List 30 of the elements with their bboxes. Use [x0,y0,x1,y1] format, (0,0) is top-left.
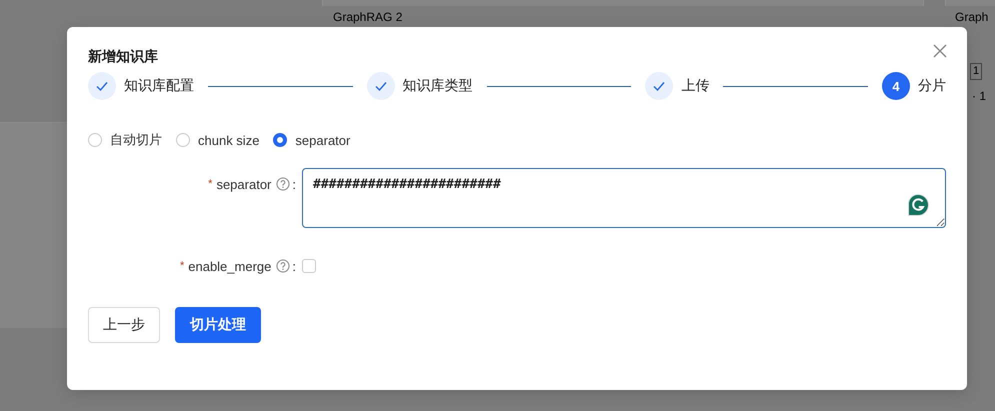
background-text: GraphRAG 2 [333,10,402,25]
radio-label[interactable]: separator [295,132,350,148]
step-number: 4 [882,72,910,100]
label-colon: : [292,258,296,274]
background-text: Graph [955,10,988,25]
field-label: separator [216,176,272,192]
radio-label[interactable]: chunk size [198,132,260,148]
check-icon [366,72,395,100]
required-mark: * [180,260,184,272]
check-icon [645,72,674,100]
background-text: · 1 [972,89,986,104]
step-label: 知识库配置 [124,77,194,95]
background-text: 1 [970,63,982,80]
close-icon[interactable] [933,44,947,58]
checkbox[interactable] [302,259,316,273]
label-colon: : [292,176,296,192]
field-label: enable_merge [188,258,272,274]
back-button[interactable]: 上一步 [88,307,160,343]
radio-button[interactable] [273,133,288,147]
required-mark: * [208,178,212,190]
help-icon [276,259,290,273]
help-icon [276,177,290,191]
dialog-title: 新增知识库 [88,47,158,65]
step-label: 分片 [918,77,946,95]
step-label: 上传 [681,77,710,95]
step-label: 知识库类型 [402,77,473,95]
separator-field[interactable]: ######################## [302,168,946,228]
radio-label[interactable]: 自动切片 [110,131,162,149]
check-icon [88,72,116,100]
process-button[interactable]: 切片处理 [175,307,261,343]
